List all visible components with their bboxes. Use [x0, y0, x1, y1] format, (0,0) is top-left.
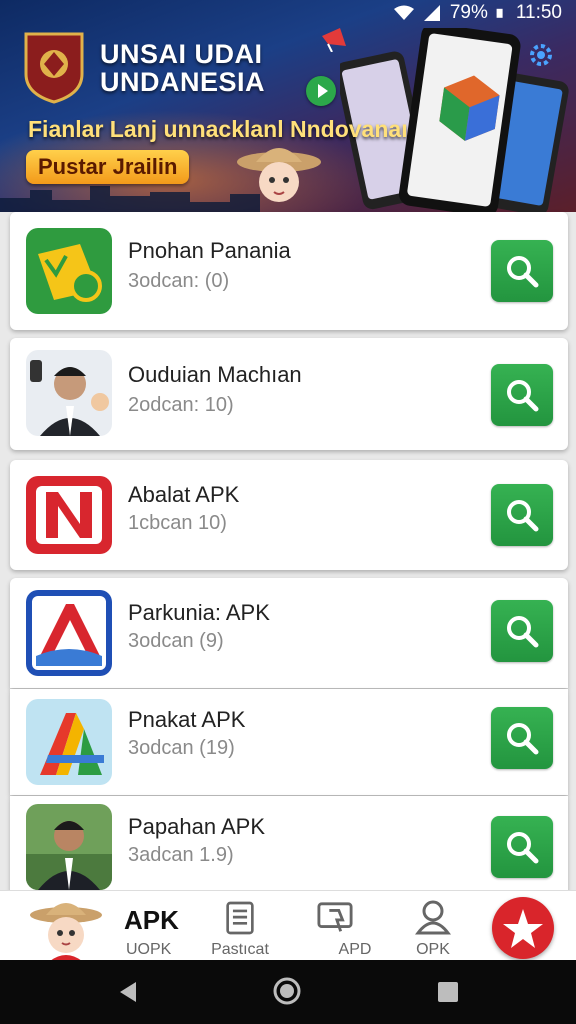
search-button[interactable] [491, 484, 553, 546]
nav-item-pasticat[interactable]: Pastıcat [200, 891, 280, 961]
search-icon [507, 380, 539, 412]
app-name: Parkunia: APK [128, 600, 270, 625]
bottom-nav: APK UOPK Pastıcat APD OPK [0, 890, 576, 961]
search-icon [507, 616, 539, 648]
back-icon[interactable] [116, 980, 140, 1004]
portrait-app-icon [26, 350, 112, 436]
search-icon [507, 723, 539, 755]
play-icon[interactable] [306, 76, 336, 106]
person-icon [415, 900, 451, 935]
system-nav-bar [0, 960, 576, 1024]
list-item[interactable]: Papahan APK 3adcan 1.9) [10, 796, 568, 892]
nav-item-opk[interactable]: OPK [396, 891, 470, 961]
app-meta: 1cbcan 10) [128, 512, 227, 534]
recents-icon[interactable] [436, 980, 460, 1004]
banner-title: UNSAI UDAI UNDANESIA [100, 40, 265, 96]
search-button[interactable] [491, 816, 553, 878]
rainbow-a-icon [26, 699, 112, 785]
signal-icon [423, 5, 440, 21]
banner-title-line2: UNDANESIA [100, 67, 266, 97]
nav-label: APD [338, 941, 372, 958]
battery-level: 79% [449, 2, 488, 23]
wifi-icon [393, 5, 414, 20]
banner-subtitle: Fianlar Lanj unnacklanl Nndovanaı [28, 116, 408, 142]
nav-label: OPK [416, 941, 450, 958]
status-bar: 79% 11:50 [0, 0, 576, 26]
star-icon [503, 909, 543, 948]
clock: 11:50 [515, 2, 562, 23]
app-meta: 3odcan (9) [128, 630, 224, 652]
a-logo-icon [26, 590, 112, 676]
nav-label: Pastıcat [211, 941, 269, 958]
list-item[interactable]: Abalat APK 1cbcan 10) [10, 460, 568, 570]
app-name: Pnakat APK [128, 707, 246, 732]
promo-banner[interactable]: UNSAI UDAI UNDANESIA Fianlar Lanj unnack… [0, 0, 576, 212]
banner-title-line1: UNSAI UDAI [100, 39, 263, 69]
app-meta: 3odcan (19) [128, 737, 235, 759]
nav-apk-title[interactable]: APK [124, 905, 179, 936]
banner-pill[interactable]: Pustar Jrailin [26, 150, 190, 184]
list-item[interactable]: Parkunia: APK 3odcan (9) [10, 578, 568, 688]
app-meta: 3adcan 1.9) [128, 844, 234, 866]
search-button[interactable] [491, 364, 553, 426]
document-icon [226, 901, 254, 935]
n-logo-icon [26, 476, 112, 554]
download-icon [317, 902, 353, 932]
app-name: Papahan APK [128, 814, 266, 839]
search-icon [507, 256, 539, 288]
app-name: Abalat APK [128, 482, 240, 507]
app-meta: 2odcan: 10) [128, 394, 234, 416]
app-name: Pnohan Panania [128, 238, 291, 263]
search-button[interactable] [491, 600, 553, 662]
home-icon[interactable] [272, 976, 302, 1006]
nav-apk-subtitle: UOPK [126, 941, 172, 958]
folder-app-icon [26, 228, 112, 314]
search-icon [507, 832, 539, 864]
nav-item-apd[interactable]: APD [310, 891, 400, 961]
portrait-app-icon [26, 804, 112, 890]
crest-icon [24, 32, 84, 104]
mascot-illustration [237, 148, 321, 202]
mascot-icon[interactable] [28, 897, 104, 961]
list-item[interactable]: Ouduian Machıan 2odcan: 10) [10, 338, 568, 450]
app-name: Ouduian Machıan [128, 362, 302, 387]
list-item[interactable]: Pnakat APK 3odcan (19) [10, 689, 568, 795]
search-button[interactable] [491, 707, 553, 769]
app-meta: 3odcan: (0) [128, 270, 230, 292]
star-fab-button[interactable] [492, 897, 554, 959]
search-button[interactable] [491, 240, 553, 302]
search-icon [507, 500, 539, 532]
list-item[interactable]: Pnohan Panania 3odcan: (0) [10, 212, 568, 330]
battery-icon [496, 8, 503, 18]
